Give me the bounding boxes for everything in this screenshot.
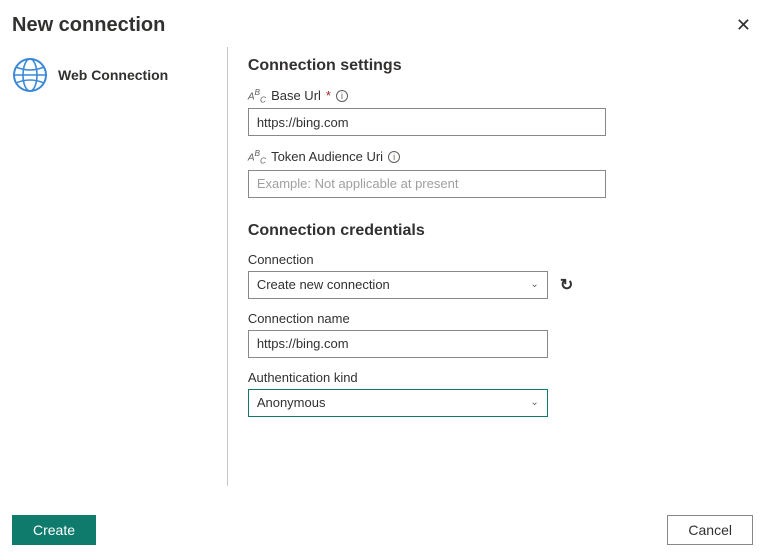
token-audience-label: Token Audience Uri [271,149,383,164]
close-icon[interactable]: ✕ [734,14,753,36]
globe-icon [12,57,48,93]
info-icon[interactable]: i [388,151,400,163]
base-url-label: Base Url [271,88,321,103]
auth-kind-select-value: Anonymous [257,395,326,410]
auth-kind-label: Authentication kind [248,370,711,385]
section-title-credentials: Connection credentials [248,222,711,240]
required-marker: * [326,88,331,103]
auth-kind-select[interactable]: Anonymous ⌄ [248,389,548,417]
text-type-icon: ABC [248,87,266,104]
connection-name-input[interactable] [248,330,548,358]
connection-name-label: Connection name [248,311,711,326]
cancel-button[interactable]: Cancel [667,515,753,545]
connection-select-value: Create new connection [257,277,390,292]
create-button[interactable]: Create [12,515,96,545]
text-type-icon: ABC [248,148,266,165]
chevron-down-icon: ⌄ [530,279,538,290]
section-title-settings: Connection settings [248,57,711,75]
connection-type-label: Web Connection [58,67,168,83]
info-icon[interactable]: i [336,90,348,102]
connection-label: Connection [248,252,711,267]
token-audience-input[interactable] [248,170,606,198]
connection-type-item[interactable]: Web Connection [12,57,227,93]
connection-select[interactable]: Create new connection ⌄ [248,271,548,299]
base-url-input[interactable] [248,108,606,136]
chevron-down-icon: ⌄ [530,397,538,408]
page-title: New connection [12,14,165,37]
refresh-icon[interactable]: ↻ [560,275,573,295]
